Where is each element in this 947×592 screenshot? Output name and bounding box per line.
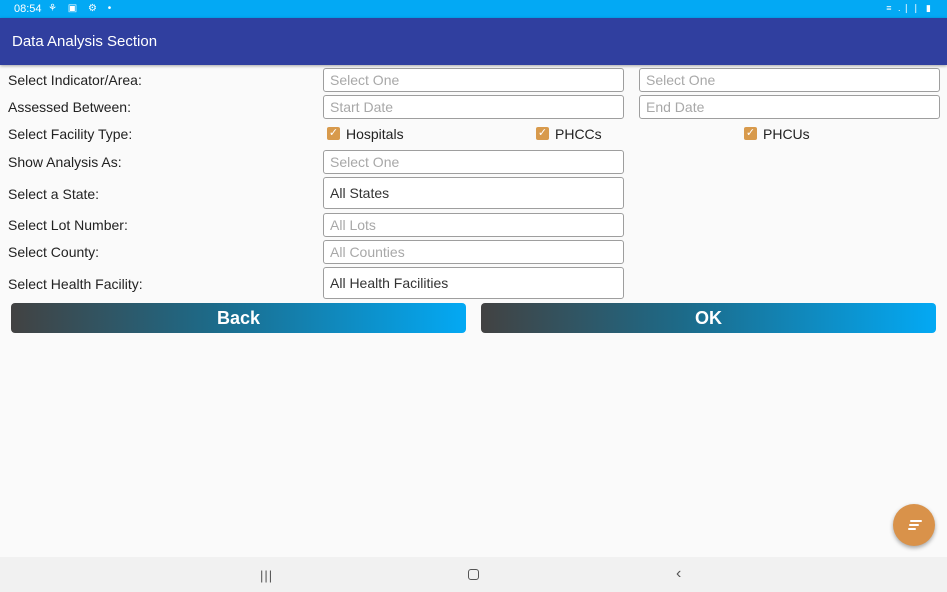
system-status-icons: ≡ .❘❘ ▮ (886, 3, 933, 13)
lot-number-select[interactable]: All Lots (323, 213, 624, 237)
check-icon: ✓ (327, 127, 340, 140)
start-date-field[interactable]: Start Date (323, 95, 624, 119)
notes-fab-button[interactable] (893, 504, 935, 546)
lot-number-label: Select Lot Number: (8, 217, 128, 233)
facility-type-label: Select Facility Type: (8, 126, 133, 142)
back-nav-icon[interactable]: ‹ (676, 565, 681, 583)
sub-indicator-select[interactable]: Select One (639, 68, 940, 92)
state-select[interactable]: All States (323, 177, 624, 209)
recent-apps-icon[interactable]: ||| (260, 568, 273, 583)
end-date-field[interactable]: End Date (639, 95, 940, 119)
indicator-select[interactable]: Select One (323, 68, 624, 92)
status-bar: 08:54 ⚘ ▣ ⚙ • ≡ .❘❘ ▮ (0, 0, 947, 18)
page-title: Data Analysis Section (12, 33, 158, 50)
indicator-label: Select Indicator/Area: (8, 72, 142, 88)
county-label: Select County: (8, 244, 100, 260)
show-analysis-label: Show Analysis As: (8, 154, 122, 170)
hospitals-checkbox-label: Hospitals (346, 126, 404, 142)
county-select[interactable]: All Counties (323, 240, 624, 264)
ok-button[interactable]: OK (481, 303, 936, 333)
notification-icons: ⚘ ▣ ⚙ • (48, 3, 116, 14)
assessed-between-label: Assessed Between: (8, 99, 131, 115)
check-icon: ✓ (536, 127, 549, 140)
show-analysis-select[interactable]: Select One (323, 150, 624, 174)
back-button[interactable]: Back (11, 303, 466, 333)
check-icon: ✓ (744, 127, 757, 140)
state-label: Select a State: (8, 186, 100, 202)
health-facility-select[interactable]: All Health Facilities (323, 267, 624, 299)
notes-icon (908, 520, 922, 530)
app-bar: Data Analysis Section (0, 18, 947, 65)
navigation-bar: ||| ‹ (0, 557, 947, 592)
phccs-checkbox-label: PHCCs (555, 126, 602, 142)
home-icon[interactable] (468, 569, 479, 580)
phcus-checkbox-label: PHCUs (763, 126, 810, 142)
status-time: 08:54 (14, 3, 42, 15)
health-facility-label: Select Health Facility: (8, 276, 143, 292)
